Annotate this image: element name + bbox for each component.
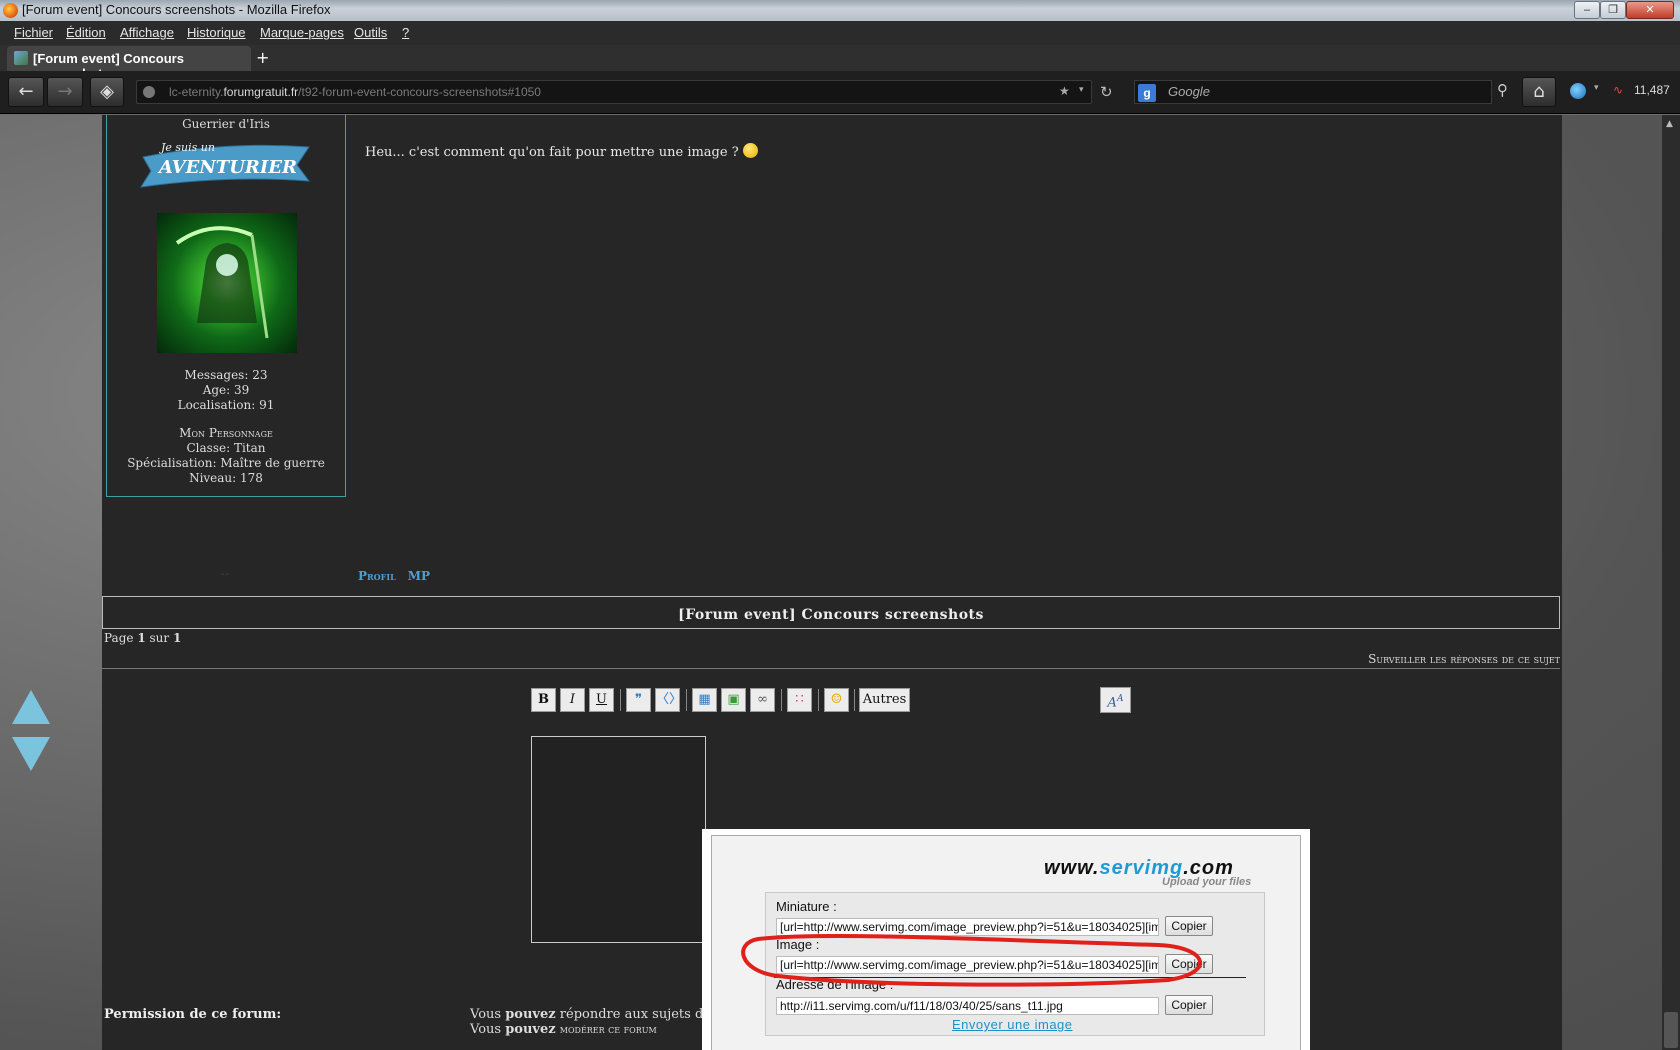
menu-marque-pages[interactable]: Marque-pages (260, 25, 344, 40)
page-scrollbar[interactable]: ▲ ▼ (1662, 115, 1680, 1050)
toolbar-separator (686, 689, 687, 711)
menu-fichier[interactable]: Fichier (14, 25, 53, 40)
worried-smiley-icon (742, 143, 758, 158)
menu-edition[interactable]: Édition (66, 25, 106, 40)
stat-spec: Spécialisation: Maître de guerre (127, 456, 325, 470)
underline-button[interactable]: U (589, 688, 614, 712)
close-window-button[interactable]: ✕ (1626, 1, 1674, 19)
pagination: Page 1 sur 1 (104, 631, 182, 645)
post-links: Profil MP (358, 569, 442, 583)
bookmark-star-icon[interactable]: ★ (1059, 84, 1070, 98)
scrollbar-up-icon[interactable]: ▲ (1666, 119, 1673, 129)
divider (102, 668, 1560, 669)
banner-top-text: Je suis un (159, 141, 215, 154)
url-dropdown-icon[interactable]: ▾ (1079, 84, 1084, 95)
stat-messages: Messages: 23 (184, 368, 268, 382)
topic-title-band: [Forum event] Concours screenshots (102, 596, 1560, 629)
stat-age: Age: 39 (202, 383, 250, 397)
google-icon[interactable]: g (1138, 84, 1156, 102)
watch-topic-link[interactable]: Surveiller les réponses de ce sujet (1368, 652, 1560, 666)
firefox-logo-icon (3, 3, 18, 18)
stat-location: Localisation: 91 (177, 398, 275, 412)
url-bar[interactable]: lc-eternity.forumgratuit.fr/t92-forum-ev… (136, 80, 1092, 104)
tab-strip: [Forum event] Concours screenshots + (0, 45, 1680, 81)
post-text: Heu... c'est comment qu'on fait pour met… (365, 145, 739, 160)
forward-button[interactable]: → (47, 77, 83, 107)
page-viewport: Guerrier d'Iris Je suis un AVENTURIER Me… (0, 115, 1680, 1050)
avatar[interactable] (157, 213, 297, 353)
poster-rank: Guerrier d'Iris (182, 117, 270, 131)
scroll-down-arrow-icon[interactable] (12, 737, 50, 771)
window-title-bar: [Forum event] Concours screenshots - Moz… (0, 0, 1680, 21)
counter-badge: 11,487 (1634, 83, 1670, 97)
poster-stats: Messages: 23 Age: 39 Localisation: 91 Mo… (107, 368, 345, 486)
search-placeholder: Google (1168, 84, 1210, 99)
servimg-upload-popup: www.servimg.com Upload your files Miniatu… (702, 829, 1310, 1050)
italic-button[interactable]: I (560, 688, 585, 712)
minimize-button[interactable]: – (1574, 1, 1600, 19)
menu-outils[interactable]: Outils (354, 25, 387, 40)
globe-dropdown-icon[interactable]: ▾ (1594, 83, 1599, 93)
back-button[interactable]: ← (8, 77, 44, 107)
servimg-tagline: Upload your files (1162, 876, 1252, 888)
menu-help[interactable]: ? (402, 25, 409, 40)
stat-class: Classe: Titan (186, 441, 266, 455)
menu-bar: Fichier Édition Affichage Historique Mar… (0, 21, 1680, 45)
character-section-title: Mon Personnage (179, 426, 273, 440)
window-title: [Forum event] Concours screenshots - Moz… (22, 2, 331, 17)
color-palette-icon[interactable]: ∷ (787, 688, 812, 712)
profile-footer-decoration: ˆˆ (220, 573, 230, 584)
menu-historique[interactable]: Historique (187, 25, 246, 40)
banner-main-text: AVENTURIER (157, 157, 297, 178)
home-button[interactable]: ⌂ (1522, 77, 1556, 107)
message-textarea[interactable] (531, 736, 706, 943)
reload-icon[interactable]: ↻ (1100, 83, 1113, 101)
toolbar-separator (818, 689, 819, 711)
search-icon[interactable]: ⚲ (1497, 81, 1508, 99)
maximize-button[interactable]: ❐ (1600, 1, 1626, 19)
quote-icon[interactable]: ❞ (626, 688, 651, 712)
adventurer-banner-icon: Je suis un AVENTURIER (140, 141, 311, 188)
poster-profile-card: Guerrier d'Iris Je suis un AVENTURIER Me… (106, 115, 346, 497)
link-icon[interactable]: ∞ (750, 688, 775, 712)
navigation-toolbar: ← → ◈ lc-eternity.forumgratuit.fr/t92-fo… (0, 71, 1680, 114)
globe-icon[interactable] (1570, 83, 1586, 99)
url-text: lc-eternity.forumgratuit.fr/t92-forum-ev… (169, 85, 541, 99)
site-identity-icon[interactable] (143, 86, 155, 98)
host-image-icon[interactable]: ▦ (692, 688, 717, 712)
code-icon[interactable]: 〈〉 (655, 688, 682, 712)
favicon-icon (14, 51, 28, 65)
toolbar-separator (854, 689, 855, 711)
thumbnail-label: Miniature : (776, 899, 837, 914)
addon-icon[interactable]: ◈ (90, 77, 124, 107)
scrollbar-thumb[interactable] (1664, 1012, 1678, 1048)
permissions-label: Permission de ce forum: (104, 1007, 282, 1022)
stats-icon: ∿ (1613, 83, 1624, 97)
font-style-icon[interactable]: AA (1100, 687, 1131, 713)
upload-image-link[interactable]: Envoyer une image (952, 1017, 1073, 1032)
red-annotation-circle (741, 933, 1202, 987)
toolbar-separator (620, 689, 621, 711)
image-address-field[interactable]: http://i11.servimg.com/u/f11/18/03/40/25… (776, 997, 1159, 1015)
new-tab-button[interactable]: + (256, 48, 269, 67)
search-bar[interactable]: g Google (1134, 80, 1492, 104)
smiley-icon[interactable]: ☺ (824, 688, 849, 712)
post-body: Heu... c'est comment qu'on fait pour met… (365, 143, 758, 160)
insert-image-icon[interactable]: ▣ (721, 688, 746, 712)
more-button[interactable]: Autres (859, 688, 910, 712)
menu-affichage[interactable]: Affichage (120, 25, 174, 40)
profile-link[interactable]: Profil (358, 569, 396, 583)
copy-address-button[interactable]: Copier (1165, 995, 1213, 1015)
scroll-up-arrow-icon[interactable] (12, 690, 50, 724)
bold-button[interactable]: B (531, 688, 556, 712)
tab-forum-event[interactable]: [Forum event] Concours screenshots (7, 46, 251, 81)
pm-link[interactable]: MP (408, 569, 430, 583)
servimg-logo: www.servimg.com Upload your files (1044, 857, 1252, 888)
toolbar-separator (781, 689, 782, 711)
stat-level: Niveau: 178 (189, 471, 263, 485)
